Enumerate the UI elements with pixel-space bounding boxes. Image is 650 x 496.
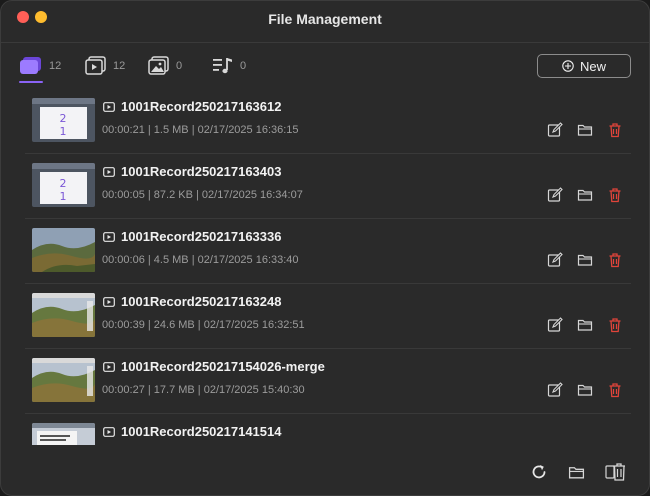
video-thumbnail xyxy=(32,358,95,402)
tab-count: 12 xyxy=(49,60,62,72)
edit-icon[interactable] xyxy=(547,122,563,138)
file-meta: 00:00:06 | 4.5 MB | 02/17/2025 16:33:40 xyxy=(102,254,299,266)
folder-icon[interactable] xyxy=(577,187,593,203)
title-bar: File Management xyxy=(1,1,649,41)
window-title: File Management xyxy=(268,11,382,27)
file-list[interactable]: 2 1 1001Record250217163612 00:00:21 | 1.… xyxy=(25,89,631,445)
tab-audio[interactable]: 0 xyxy=(212,53,246,79)
svg-text:2: 2 xyxy=(60,112,67,125)
video-thumbnail: 2 1 xyxy=(32,163,95,207)
add-circle-icon xyxy=(562,60,574,72)
edit-icon[interactable] xyxy=(547,187,563,203)
title-divider xyxy=(1,42,649,43)
edit-icon[interactable] xyxy=(547,317,563,333)
delete-icon[interactable] xyxy=(607,382,623,398)
file-meta: 00:00:21 | 1.5 MB | 02/17/2025 16:36:15 xyxy=(102,124,299,136)
svg-text:2: 2 xyxy=(60,177,67,190)
file-meta: 00:00:27 | 17.7 MB | 02/17/2025 15:40:30 xyxy=(102,384,305,396)
video-file-icon xyxy=(103,231,115,242)
file-name: 1001Record250217163248 xyxy=(121,294,282,309)
list-item[interactable]: 1001Record250217141514 xyxy=(25,414,631,445)
folder-icon[interactable] xyxy=(577,382,593,398)
new-button[interactable]: New xyxy=(537,54,631,78)
svg-text:1: 1 xyxy=(60,190,67,203)
new-button-label: New xyxy=(579,58,606,74)
footer-toolbar xyxy=(530,462,627,482)
image-icon xyxy=(148,56,169,75)
svg-text:1: 1 xyxy=(60,125,67,138)
list-item[interactable]: 1001Record250217163248 00:00:39 | 24.6 M… xyxy=(25,284,631,349)
file-name: 1001Record250217163403 xyxy=(121,164,282,179)
video-thumbnail: 2 1 xyxy=(32,98,95,142)
list-item[interactable]: 2 1 1001Record250217163403 00:00:05 | 87… xyxy=(25,154,631,219)
refresh-icon[interactable] xyxy=(530,463,548,481)
video-play-icon xyxy=(85,56,106,75)
list-item[interactable]: 2 1 1001Record250217163612 00:00:21 | 1.… xyxy=(25,89,631,154)
video-file-icon xyxy=(103,426,115,437)
list-item[interactable]: 1001Record250217163336 00:00:06 | 4.5 MB… xyxy=(25,219,631,284)
file-name: 1001Record250217154026-merge xyxy=(121,359,325,374)
video-file-icon xyxy=(103,361,115,372)
file-meta: 00:00:39 | 24.6 MB | 02/17/2025 16:32:51 xyxy=(102,319,305,331)
tab-images[interactable]: 0 xyxy=(148,53,182,79)
edit-icon[interactable] xyxy=(547,252,563,268)
active-tab-indicator xyxy=(19,81,43,83)
video-thumbnail xyxy=(32,228,95,272)
file-name: 1001Record250217163612 xyxy=(121,99,282,114)
folder-icon[interactable] xyxy=(577,122,593,138)
tab-videos[interactable]: 12 xyxy=(85,53,125,79)
audio-icon xyxy=(213,58,232,74)
delete-icon[interactable] xyxy=(607,187,623,203)
clear-all-icon[interactable] xyxy=(605,462,627,482)
delete-icon[interactable] xyxy=(607,122,623,138)
edit-icon[interactable] xyxy=(547,382,563,398)
open-folder-icon[interactable] xyxy=(568,464,585,481)
list-item[interactable]: 1001Record250217154026-merge 00:00:27 | … xyxy=(25,349,631,414)
video-thumbnail xyxy=(32,293,95,337)
file-meta: 00:00:05 | 87.2 KB | 02/17/2025 16:34:07 xyxy=(102,189,303,201)
delete-icon[interactable] xyxy=(607,317,623,333)
folder-icon[interactable] xyxy=(577,317,593,333)
video-library-icon xyxy=(20,57,41,74)
video-thumbnail xyxy=(32,423,95,445)
tab-count: 0 xyxy=(176,60,183,72)
tab-count: 12 xyxy=(113,60,126,72)
file-management-window: File Management 12 12 0 0 New 2 1 1001Re… xyxy=(0,0,650,496)
video-file-icon xyxy=(103,166,115,177)
video-file-icon xyxy=(103,101,115,112)
tab-count: 0 xyxy=(240,60,247,72)
folder-icon[interactable] xyxy=(577,252,593,268)
tab-all-videos[interactable]: 12 xyxy=(19,53,62,83)
file-name: 1001Record250217141514 xyxy=(121,424,282,439)
video-file-icon xyxy=(103,296,115,307)
delete-icon[interactable] xyxy=(607,252,623,268)
file-name: 1001Record250217163336 xyxy=(121,229,282,244)
